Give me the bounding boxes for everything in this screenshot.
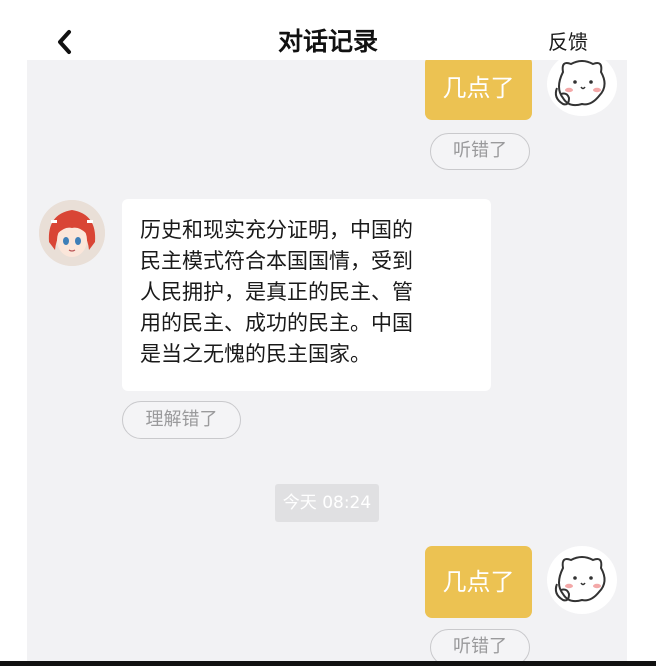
user-message-bubble: 几点了 xyxy=(425,546,532,618)
assistant-message-line: 用的民主、成功的民主。中国 xyxy=(140,311,413,335)
chat-history[interactable]: 几点了 听错了 历史和现实充分证明，中国的 民主模式符合本国国情，受到 人民拥护… xyxy=(27,60,627,661)
assistant-message-line: 人民拥护，是真正的民主、管 xyxy=(140,280,413,304)
feedback-button[interactable]: 反馈 xyxy=(548,28,588,56)
assistant-message-line: 民主模式符合本国国情，受到 xyxy=(140,249,413,273)
misunderstood-button[interactable]: 理解错了 xyxy=(122,401,241,439)
assistant-message-line: 是当之无愧的民主国家。 xyxy=(140,342,371,366)
user-avatar xyxy=(547,546,617,614)
assistant-message-line: 历史和现实充分证明，中国的 xyxy=(140,218,413,242)
bear-avatar-icon xyxy=(554,556,606,603)
bear-avatar-icon xyxy=(554,60,606,107)
bottom-edge xyxy=(0,661,656,666)
anime-girl-avatar-icon xyxy=(39,200,105,266)
assistant-avatar xyxy=(39,200,105,266)
header-bar: 对话记录 反馈 xyxy=(0,0,656,60)
screen: 对话记录 反馈 几点了 听错了 历史和现实充分证明，中国的 民主模式符合本国国情… xyxy=(0,0,656,666)
misheard-button[interactable]: 听错了 xyxy=(430,133,530,170)
user-avatar xyxy=(547,60,617,116)
misheard-button[interactable]: 听错了 xyxy=(430,629,530,661)
user-message-bubble: 几点了 xyxy=(425,60,532,120)
timestamp-divider: 今天 08:24 xyxy=(275,484,379,522)
assistant-message-bubble: 历史和现实充分证明，中国的 民主模式符合本国国情，受到 人民拥护，是真正的民主、… xyxy=(122,199,491,391)
